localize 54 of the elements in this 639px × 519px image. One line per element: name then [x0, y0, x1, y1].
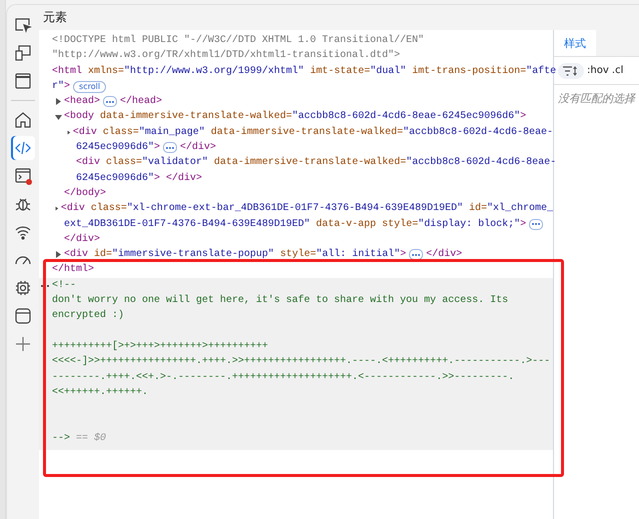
panel-title: 元素	[43, 9, 67, 26]
comment-text: <<<<-]>>++++++++++++++++.++++.>>+++++++++++++++++.----.<++++++++++.-----------.>-----------.++++.<<+.>-.--------.++++++++++++++++++++.<------------.>>---------.	[52, 354, 550, 385]
comment-text: <<++++++.++++++.	[52, 386, 150, 400]
comment-open-text: <!--	[52, 280, 76, 291]
markup-text: <div id="immersive-translate-popup" style="all: initial">	[64, 248, 406, 262]
collapsed-triangle-icon[interactable]	[67, 128, 71, 136]
chip-icon	[14, 279, 32, 297]
sidebar-tool[interactable]	[11, 136, 35, 160]
markup-text: <body data-immersive-translate-walked="accbb8c8-602d-4cd6-8eae-6245ec9096d6">	[64, 110, 526, 124]
ellipsis-icon[interactable]	[409, 249, 424, 260]
state-toggles-text[interactable]: :hov .cl	[587, 65, 624, 76]
styles-tab[interactable]: 样式	[554, 30, 596, 56]
expanded-triangle-icon[interactable]	[55, 114, 62, 121]
markup-text: </div>	[426, 248, 462, 262]
selected-comment-node[interactable]	[39, 278, 553, 450]
markup-text: </div>	[180, 140, 216, 156]
filter-icon	[563, 66, 579, 76]
markup-text: <div class="validator" data-immersive-translate-walked="accbb8c8-602d-4cd6-8eae-	[76, 156, 556, 170]
console-icon	[14, 167, 32, 185]
comment-text: ++++++++++[>+>+++>+++++++>++++++++++	[52, 340, 270, 354]
filter-button[interactable]	[558, 62, 584, 78]
markup-text: "http://www.w3.org/TR/xhtml1/DTD/xhtml1-transitional.dtd">	[52, 48, 400, 64]
home-icon	[14, 111, 32, 129]
selected-marker-text: == $0	[76, 432, 106, 444]
markup-text: <div class="xl-chrome-ext-bar_4DB361DE-01F7-4376-B494-639E489D19ED" id="xl_chrome_	[60, 202, 553, 216]
more-dots-icon[interactable]	[41, 284, 49, 287]
markup-text: </body>	[64, 186, 106, 201]
markup-text: 6245ec9096d6"> </div>	[76, 172, 202, 186]
empty-message: 没有匹配的选择	[557, 91, 637, 107]
comment-text: don't worry no one will get here, it's safe to share with you my access. Its encrypted :)	[52, 294, 510, 324]
markup-text: <html xmlns="http://www.w3.org/1999/xhtml" imt-state="dual" imt-trans-position="afte	[52, 64, 556, 79]
inspect-icon	[14, 16, 32, 34]
ellipsis-icon[interactable]	[103, 96, 118, 108]
markup-text: </head>	[120, 94, 162, 110]
markup-text: <!DOCTYPE html PUBLIC "-//W3C//DTD XHTML 1.0 Transitional//EN"	[52, 34, 424, 48]
collapsed-triangle-icon[interactable]	[55, 251, 62, 258]
markup-text: <div class="main_page" data-immersive-translate-walked="accbb8c8-602d-4cd6-8eae-	[72, 126, 553, 140]
ellipsis-icon[interactable]	[163, 142, 178, 154]
collapsed-triangle-icon[interactable]	[55, 98, 62, 106]
plus-icon	[14, 335, 32, 353]
device-icon	[14, 44, 32, 62]
collapsed-triangle-icon[interactable]	[55, 205, 59, 212]
markup-text: r">	[52, 80, 70, 94]
markup-text: </div>	[64, 232, 100, 247]
markup-text: 6245ec9096d6">	[76, 140, 160, 156]
code-icon	[14, 139, 32, 157]
markup-text: <head>	[64, 94, 100, 110]
markup-text: ext_4DB361DE-01F7-4376-B494-639E489D19ED" data-v-app style="display: block;">	[64, 218, 526, 232]
window-icon	[14, 72, 32, 90]
database-icon	[14, 307, 32, 325]
comment-close-text: -->	[52, 432, 70, 444]
ellipsis-icon[interactable]	[529, 218, 544, 230]
scroll-badge[interactable]: scroll	[73, 80, 106, 93]
markup-text: </html>	[52, 262, 94, 278]
